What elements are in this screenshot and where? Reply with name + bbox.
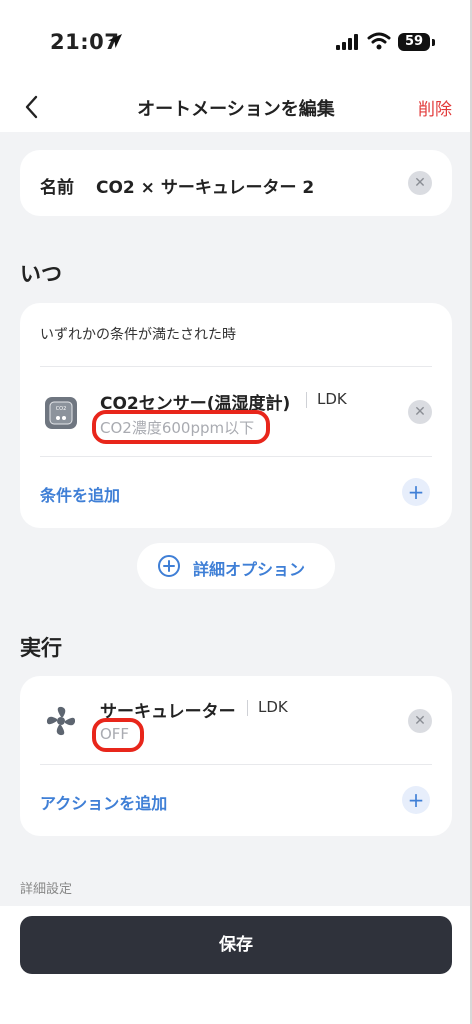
nav-bar: オートメーションを編集 削除 bbox=[0, 88, 472, 132]
plus-circle-icon bbox=[158, 555, 180, 577]
execute-section-title: 実行 bbox=[20, 636, 62, 660]
save-button[interactable]: 保存 bbox=[20, 916, 452, 974]
remove-condition-icon[interactable]: ✕ bbox=[408, 400, 432, 424]
room-separator bbox=[306, 392, 307, 408]
action-card: サーキュレーター LDK OFF ✕ アクションを追加 + bbox=[20, 676, 452, 836]
condition-card: いずれかの条件が満たされた時 CO2 CO2センサー(温湿度計) LDK CO2… bbox=[20, 303, 452, 528]
highlight-annotation bbox=[92, 410, 270, 444]
battery-indicator: 59 bbox=[398, 33, 430, 51]
highlight-annotation bbox=[92, 718, 144, 752]
plus-icon[interactable]: + bbox=[402, 478, 430, 506]
location-arrow-icon bbox=[108, 34, 122, 48]
wifi-icon bbox=[367, 32, 391, 50]
battery-tip bbox=[432, 39, 435, 46]
status-bar: 21:07 59 bbox=[0, 0, 472, 88]
detail-settings-label[interactable]: 詳細設定 bbox=[20, 878, 72, 897]
plus-icon[interactable]: + bbox=[402, 786, 430, 814]
name-card[interactable]: 名前 CO2 × サーキュレーター 2 ✕ bbox=[20, 150, 452, 216]
advanced-options-label: 詳細オプション bbox=[193, 560, 306, 579]
clear-icon[interactable]: ✕ bbox=[408, 171, 432, 195]
name-value[interactable]: CO2 × サーキュレーター 2 bbox=[96, 173, 314, 198]
cellular-signal-icon bbox=[336, 34, 358, 50]
delete-button[interactable]: 削除 bbox=[418, 95, 452, 120]
action-device-room: LDK bbox=[258, 698, 288, 716]
divider bbox=[40, 764, 432, 765]
name-label: 名前 bbox=[40, 178, 74, 198]
condition-device-room: LDK bbox=[317, 390, 347, 408]
add-condition-button[interactable]: 条件を追加 bbox=[40, 482, 120, 506]
divider bbox=[40, 366, 432, 367]
when-section-title: いつ bbox=[20, 262, 62, 286]
bottom-bar: 保存 bbox=[0, 906, 472, 1024]
fan-icon bbox=[46, 706, 76, 736]
room-separator bbox=[247, 700, 248, 716]
svg-text:CO2: CO2 bbox=[56, 406, 67, 412]
remove-action-icon[interactable]: ✕ bbox=[408, 709, 432, 733]
add-action-button[interactable]: アクションを追加 bbox=[40, 790, 167, 814]
co2-sensor-icon: CO2 bbox=[45, 397, 77, 429]
page-title: オートメーションを編集 bbox=[137, 99, 335, 120]
advanced-options-button[interactable]: 詳細オプション bbox=[137, 543, 335, 589]
divider bbox=[40, 456, 432, 457]
condition-mode[interactable]: いずれかの条件が満たされた時 bbox=[40, 324, 236, 344]
